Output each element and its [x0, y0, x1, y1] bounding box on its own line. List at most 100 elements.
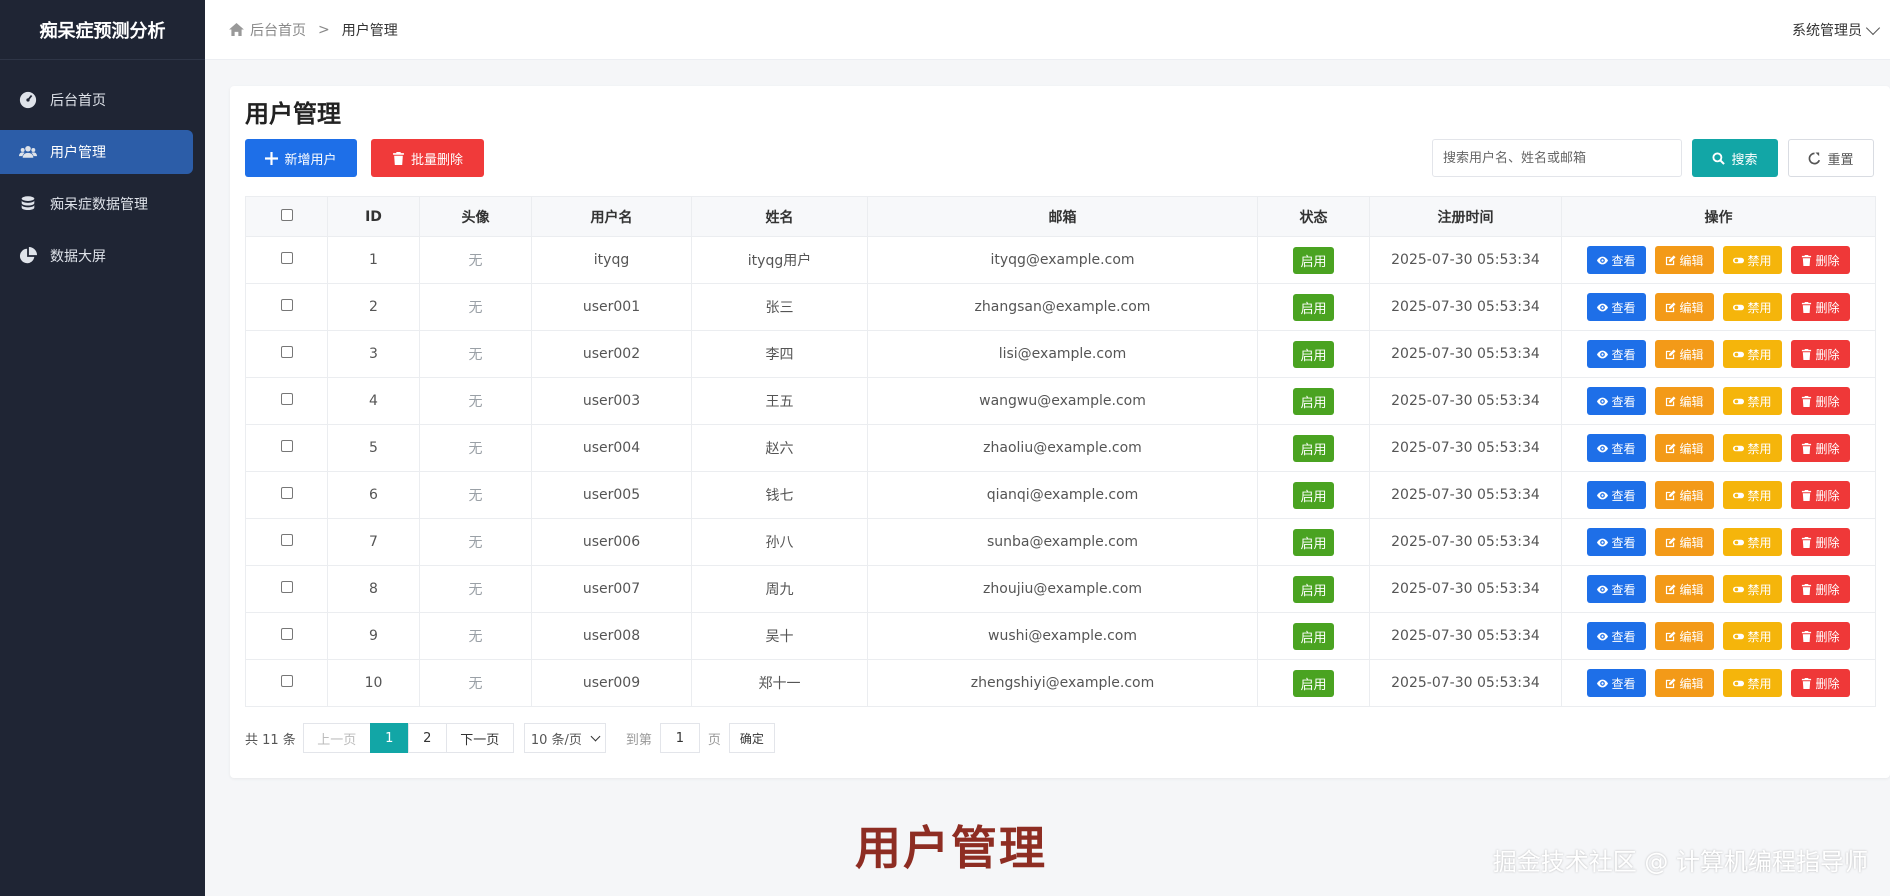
row-select-cell[interactable]: [245, 565, 328, 613]
edit-button[interactable]: 编辑: [1655, 669, 1714, 697]
disable-button[interactable]: 禁用: [1723, 481, 1782, 509]
next-page-button[interactable]: 下一页: [445, 723, 514, 753]
delete-button[interactable]: 删除: [1791, 481, 1850, 509]
row-select-cell[interactable]: [245, 236, 328, 284]
disable-button[interactable]: 禁用: [1723, 575, 1782, 603]
toggle-icon: [1733, 351, 1745, 357]
row-checkbox[interactable]: [280, 534, 293, 546]
delete-label: 删除: [1815, 394, 1840, 409]
delete-button[interactable]: 删除: [1791, 622, 1850, 650]
page-button-1[interactable]: 1: [369, 723, 409, 753]
sidebar-nav: 后台首页 用户管理 痴呆症数据管理 数据大屏: [0, 60, 205, 278]
row-checkbox[interactable]: [280, 346, 293, 358]
row-select-cell[interactable]: [245, 283, 328, 331]
view-button[interactable]: 查看: [1587, 246, 1646, 274]
view-button[interactable]: 查看: [1587, 622, 1646, 650]
cell-avatar: 无: [419, 565, 532, 613]
row-select-cell[interactable]: [245, 471, 328, 519]
row-checkbox[interactable]: [280, 581, 293, 593]
sidebar-item-users[interactable]: 用户管理: [0, 130, 193, 174]
delete-button[interactable]: 删除: [1791, 669, 1850, 697]
user-menu[interactable]: 系统管理员: [1792, 20, 1881, 40]
edit-button[interactable]: 编辑: [1655, 246, 1714, 274]
prev-page-button[interactable]: 上一页: [302, 723, 371, 753]
edit-button[interactable]: 编辑: [1655, 434, 1714, 462]
view-button[interactable]: 查看: [1587, 293, 1646, 321]
view-button[interactable]: 查看: [1587, 669, 1646, 697]
status-badge: 启用: [1293, 575, 1334, 603]
batch-delete-button[interactable]: 批量删除: [371, 139, 484, 177]
row-select-cell[interactable]: [245, 612, 328, 660]
disable-button[interactable]: 禁用: [1723, 669, 1782, 697]
row-checkbox[interactable]: [280, 628, 293, 640]
search-button[interactable]: 搜索: [1692, 139, 1778, 177]
row-checkbox[interactable]: [280, 675, 293, 687]
breadcrumb-home[interactable]: 后台首页: [229, 20, 306, 40]
cell-actions: 查看 编辑 禁用 删除: [1561, 424, 1876, 472]
row-checkbox[interactable]: [280, 487, 293, 499]
view-button[interactable]: 查看: [1587, 575, 1646, 603]
delete-label: 删除: [1815, 488, 1840, 503]
cell-name: 李四: [691, 330, 868, 378]
sidebar-item-dashboard[interactable]: 后台首页: [0, 78, 193, 122]
edit-button[interactable]: 编辑: [1655, 622, 1714, 650]
goto-confirm-button[interactable]: 确定: [728, 723, 775, 753]
add-user-button[interactable]: 新增用户: [245, 139, 357, 177]
reset-button[interactable]: 重置: [1788, 139, 1874, 177]
disable-button[interactable]: 禁用: [1723, 246, 1782, 274]
row-checkbox[interactable]: [280, 252, 293, 264]
view-button[interactable]: 查看: [1587, 387, 1646, 415]
breadcrumb-separator: >: [318, 21, 330, 38]
cell-email: wangwu@example.com: [867, 377, 1258, 425]
row-checkbox[interactable]: [280, 440, 293, 452]
row-select-cell[interactable]: [245, 659, 328, 707]
view-button[interactable]: 查看: [1587, 528, 1646, 556]
edit-button[interactable]: 编辑: [1655, 481, 1714, 509]
cell-username: user009: [531, 659, 692, 707]
view-button[interactable]: 查看: [1587, 434, 1646, 462]
edit-button[interactable]: 编辑: [1655, 387, 1714, 415]
sidebar-item-dementia-data[interactable]: 痴呆症数据管理: [0, 182, 193, 226]
delete-button[interactable]: 删除: [1791, 340, 1850, 368]
page-button-2[interactable]: 2: [407, 723, 447, 753]
edit-button[interactable]: 编辑: [1655, 575, 1714, 603]
trash-icon: [1802, 630, 1812, 642]
goto-page-input[interactable]: 1: [659, 723, 700, 753]
view-button[interactable]: 查看: [1587, 481, 1646, 509]
select-all-checkbox[interactable]: [280, 208, 293, 221]
disable-button[interactable]: 禁用: [1723, 622, 1782, 650]
toolbar: 新增用户 批量删除 搜索 重置: [245, 138, 1874, 178]
row-checkbox[interactable]: [280, 393, 293, 405]
view-button[interactable]: 查看: [1587, 340, 1646, 368]
search-input[interactable]: [1432, 139, 1682, 177]
delete-button[interactable]: 删除: [1791, 575, 1850, 603]
disable-button[interactable]: 禁用: [1723, 387, 1782, 415]
delete-button[interactable]: 删除: [1791, 528, 1850, 556]
edit-button[interactable]: 编辑: [1655, 293, 1714, 321]
row-select-cell[interactable]: [245, 377, 328, 425]
row-checkbox[interactable]: [280, 299, 293, 311]
page-size-select[interactable]: 10 条/页: [523, 723, 606, 753]
disable-button[interactable]: 禁用: [1723, 293, 1782, 321]
row-select-cell[interactable]: [245, 518, 328, 566]
delete-button[interactable]: 删除: [1791, 434, 1850, 462]
disable-button[interactable]: 禁用: [1723, 434, 1782, 462]
trash-icon: [1802, 348, 1812, 360]
delete-button[interactable]: 删除: [1791, 293, 1850, 321]
cell-registered: 2025-07-30 05:53:34: [1369, 283, 1562, 331]
eye-icon: [1597, 303, 1609, 311]
header-select-all[interactable]: [245, 196, 328, 237]
edit-button[interactable]: 编辑: [1655, 340, 1714, 368]
edit-button[interactable]: 编辑: [1655, 528, 1714, 556]
cell-id: 3: [327, 330, 420, 378]
row-select-cell[interactable]: [245, 330, 328, 378]
disable-button[interactable]: 禁用: [1723, 528, 1782, 556]
row-select-cell[interactable]: [245, 424, 328, 472]
delete-button[interactable]: 删除: [1791, 246, 1850, 274]
table-row: 3 无 user002 李四 lisi@example.com 启用 2025-07-30 …: [245, 330, 1876, 378]
cell-username: user003: [531, 377, 692, 425]
disable-button[interactable]: 禁用: [1723, 340, 1782, 368]
sidebar-item-data-screen[interactable]: 数据大屏: [0, 234, 193, 278]
delete-button[interactable]: 删除: [1791, 387, 1850, 415]
sidebar-item-label: 数据大屏: [50, 249, 106, 265]
